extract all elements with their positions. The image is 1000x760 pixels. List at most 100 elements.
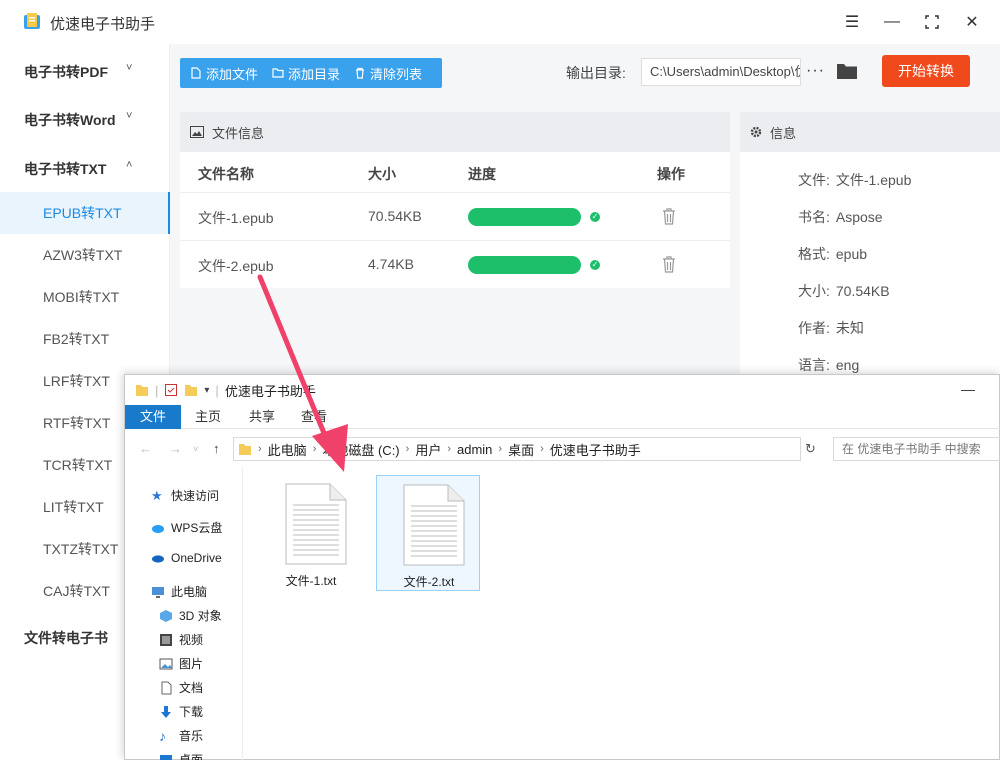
file-name-cell: 文件-2.epub xyxy=(198,258,274,274)
file-item-selected[interactable]: 文件-2.txt xyxy=(376,475,480,591)
nav-item-documents[interactable]: 文档 xyxy=(159,679,203,696)
video-icon xyxy=(160,633,172,646)
text-file-icon xyxy=(403,484,465,566)
folder-icon xyxy=(239,443,251,455)
close-icon[interactable]: ✕ xyxy=(962,12,982,32)
menu-icon[interactable]: ☰ xyxy=(842,12,862,32)
new-folder-icon[interactable] xyxy=(184,383,198,397)
computer-icon xyxy=(152,586,164,598)
info-value: Aspose xyxy=(835,209,883,225)
delete-icon[interactable] xyxy=(662,255,676,273)
breadcrumb-item[interactable]: admin xyxy=(457,442,492,457)
text-file-icon xyxy=(285,483,347,565)
add-directory-button[interactable]: 添加目录 xyxy=(272,64,340,83)
info-header: 信息 xyxy=(740,112,1000,152)
ribbon-tab-home[interactable]: 主页 xyxy=(183,405,233,429)
browse-folder-icon[interactable] xyxy=(836,61,858,81)
nav-label: 桌面 xyxy=(179,753,204,760)
breadcrumb-item[interactable]: 此电脑 xyxy=(268,440,307,459)
nav-item-this-pc[interactable]: 此电脑 xyxy=(151,583,207,600)
properties-icon[interactable] xyxy=(164,383,178,397)
info-label: 书名: xyxy=(798,209,830,225)
breadcrumb-item[interactable]: 本地磁盘 (C:) xyxy=(322,440,399,459)
minimize-icon[interactable]: — xyxy=(882,12,902,32)
nav-item-quick-access[interactable]: ★ 快速访问 xyxy=(151,487,219,504)
more-options-button[interactable]: ··· xyxy=(806,62,825,80)
sidebar-group-pdf[interactable]: 电子书转PDF xyxy=(24,62,108,82)
nav-label: OneDrive xyxy=(171,551,222,565)
table-row[interactable]: 文件-1.epub 70.54KB ✓ xyxy=(180,192,730,240)
info-value: epub xyxy=(835,246,868,262)
progress-bar xyxy=(468,256,581,274)
sidebar-item-azw3-txt[interactable]: AZW3转TXT xyxy=(0,234,170,276)
desktop-icon xyxy=(160,754,172,760)
address-row: ← → ˅ ↑ › 此电脑 › 本地磁盘 (C:) › 用户 › admin ›… xyxy=(125,435,1000,463)
output-dir-label: 输出目录: xyxy=(566,65,626,81)
add-directory-label: 添加目录 xyxy=(288,66,341,82)
breadcrumb-item[interactable]: 优速电子书助手 xyxy=(550,440,641,459)
chevron-down-icon[interactable]: ˅ xyxy=(126,62,132,74)
sidebar-group-to-ebook[interactable]: 文件转电子书 xyxy=(24,628,108,648)
star-icon: ★ xyxy=(151,487,163,503)
file-actions-bar: 添加文件 添加目录 清除列表 xyxy=(180,58,442,88)
nav-item-downloads[interactable]: 下载 xyxy=(159,703,203,720)
cloud-icon xyxy=(152,524,164,533)
table-row[interactable]: 文件-2.epub 4.74KB ✓ xyxy=(180,240,730,288)
chevron-down-icon[interactable]: ˅ xyxy=(126,110,132,122)
nav-item-onedrive[interactable]: OneDrive xyxy=(151,551,222,565)
gear-icon xyxy=(750,126,762,138)
up-icon[interactable]: ↑ xyxy=(213,441,220,456)
folder-icon xyxy=(272,68,284,78)
nav-item-pictures[interactable]: 图片 xyxy=(159,655,203,672)
ribbon-tab-view[interactable]: 查看 xyxy=(289,405,339,429)
app-titlebar: 优速电子书助手 ☰ — ✕ xyxy=(0,0,1000,44)
explorer-titlebar: | ▾ | 优速电子书助手 xyxy=(125,375,999,405)
breadcrumb-item[interactable]: 用户 xyxy=(415,440,441,459)
chevron-up-icon[interactable]: ˄ xyxy=(126,159,132,171)
check-icon: ✓ xyxy=(590,212,600,222)
nav-item-videos[interactable]: 视频 xyxy=(159,631,203,648)
forward-icon[interactable]: → xyxy=(169,441,182,456)
sidebar-item-mobi-txt[interactable]: MOBI转TXT xyxy=(0,276,170,318)
breadcrumb-item[interactable]: 桌面 xyxy=(508,440,534,459)
recent-dropdown-icon[interactable]: ˅ xyxy=(193,444,198,454)
col-header-size: 大小 xyxy=(368,166,396,182)
file-item-name: 文件-2.txt xyxy=(403,575,455,589)
output-dir-field[interactable]: C:\Users\admin\Desktop\优速电子书助手 xyxy=(641,58,801,86)
nav-item-wps-cloud[interactable]: WPS云盘 xyxy=(151,519,222,536)
sidebar-group-word[interactable]: 电子书转Word xyxy=(24,110,116,130)
info-value: 文件-1.epub xyxy=(835,172,912,188)
refresh-icon[interactable]: ↻ xyxy=(805,441,816,457)
sidebar-item-fb2-txt[interactable]: FB2转TXT xyxy=(0,318,170,360)
search-input[interactable]: 在 优速电子书助手 中搜索 xyxy=(833,437,1000,461)
nav-item-3d-objects[interactable]: 3D 对象 xyxy=(159,607,222,624)
address-bar[interactable]: › 此电脑 › 本地磁盘 (C:) › 用户 › admin › 桌面 › 优速… xyxy=(233,437,801,461)
start-convert-button[interactable]: 开始转换 xyxy=(882,55,970,87)
nav-label: 视频 xyxy=(179,633,204,647)
ribbon-tab-share[interactable]: 共享 xyxy=(237,405,287,429)
nav-label: 快速访问 xyxy=(171,489,220,503)
onedrive-icon xyxy=(152,555,164,563)
info-value: 70.54KB xyxy=(835,283,890,299)
add-file-button[interactable]: 添加文件 xyxy=(190,64,258,83)
quick-access-dropdown-icon[interactable]: ▾ xyxy=(204,385,209,396)
clear-list-button[interactable]: 清除列表 xyxy=(354,64,422,83)
nav-item-music[interactable]: ♪ 音乐 xyxy=(159,727,203,744)
explorer-minimize-icon[interactable]: — xyxy=(961,381,975,397)
delete-icon[interactable] xyxy=(662,207,676,225)
back-icon[interactable]: ← xyxy=(139,441,152,456)
explorer-title: 优速电子书助手 xyxy=(224,383,316,399)
info-label: 格式: xyxy=(798,246,830,262)
ribbon-tab-file[interactable]: 文件 xyxy=(125,405,181,429)
file-item[interactable]: 文件-1.txt xyxy=(259,475,363,591)
app-logo-icon xyxy=(24,13,40,29)
sidebar-group-txt[interactable]: 电子书转TXT xyxy=(24,159,106,179)
sidebar-item-epub-txt[interactable]: EPUB转TXT xyxy=(0,192,170,234)
clear-list-label: 清除列表 xyxy=(370,66,423,82)
nav-label: 3D 对象 xyxy=(179,609,222,623)
nav-item-desktop[interactable]: 桌面 xyxy=(159,751,203,760)
info-panel: 信息 文件: 文件-1.epub 书名: Aspose 格式: epub 大小: 70.… xyxy=(740,112,1000,412)
info-label: 文件: xyxy=(798,172,830,188)
info-value: 未知 xyxy=(835,320,864,336)
maximize-icon[interactable] xyxy=(922,12,942,32)
